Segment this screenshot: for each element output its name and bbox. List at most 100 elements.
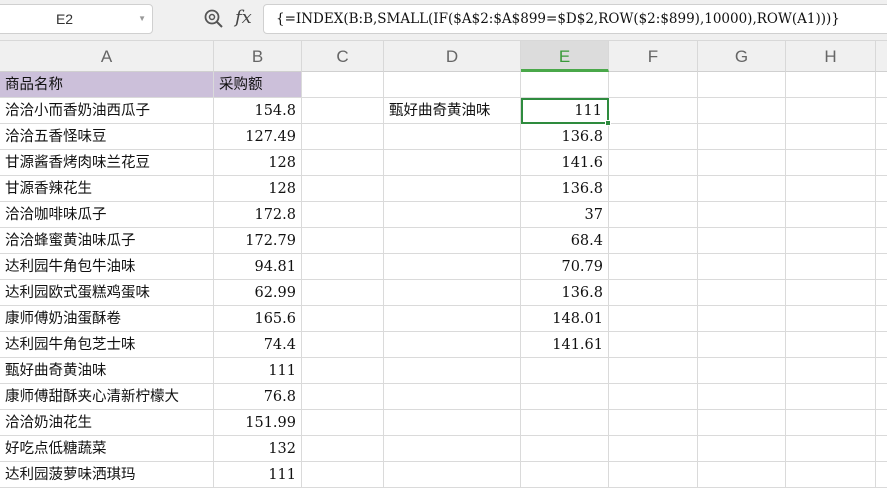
product-name-cell[interactable]: 康师傅奶油蛋酥卷 (0, 306, 214, 332)
cell[interactable] (384, 280, 521, 306)
purchase-amount-cell[interactable]: 74.4 (214, 332, 302, 358)
cell[interactable] (384, 462, 521, 488)
cell[interactable] (521, 462, 609, 488)
column-header-B[interactable]: B (214, 41, 302, 72)
cell[interactable] (302, 436, 384, 462)
cell[interactable] (609, 98, 698, 124)
cell[interactable] (302, 280, 384, 306)
result-cell[interactable]: 148.01 (521, 306, 609, 332)
name-box[interactable]: E2 ▼ (0, 4, 153, 34)
column-header-F[interactable]: F (609, 41, 698, 72)
product-name-cell[interactable]: 洽洽小而香奶油西瓜子 (0, 98, 214, 124)
fx-icon[interactable]: fx (235, 7, 252, 28)
cell[interactable] (302, 176, 384, 202)
cell[interactable] (876, 410, 887, 436)
cell[interactable] (786, 176, 876, 202)
cell[interactable] (876, 462, 887, 488)
cell[interactable] (698, 306, 786, 332)
cell[interactable] (786, 332, 876, 358)
lookup-key-cell[interactable]: 甄好曲奇黄油味 (384, 98, 521, 124)
cell[interactable] (302, 358, 384, 384)
purchase-amount-cell[interactable]: 111 (214, 462, 302, 488)
cell[interactable] (609, 176, 698, 202)
result-cell[interactable]: 136.8 (521, 176, 609, 202)
result-cell[interactable]: 141.61 (521, 332, 609, 358)
column-header-A[interactable]: A (0, 41, 214, 72)
cell[interactable] (876, 228, 887, 254)
cell[interactable] (302, 410, 384, 436)
cell[interactable] (876, 436, 887, 462)
cell[interactable] (876, 280, 887, 306)
cell[interactable] (302, 254, 384, 280)
column-header-G[interactable]: G (698, 41, 786, 72)
cell[interactable] (384, 124, 521, 150)
cell[interactable] (609, 332, 698, 358)
cell[interactable] (786, 228, 876, 254)
cell[interactable] (521, 72, 609, 98)
cell[interactable] (698, 462, 786, 488)
cell[interactable] (698, 202, 786, 228)
cell[interactable] (698, 228, 786, 254)
cell[interactable] (698, 150, 786, 176)
cell[interactable] (786, 384, 876, 410)
cell[interactable] (609, 384, 698, 410)
product-name-cell[interactable]: 好吃点低糖蔬菜 (0, 436, 214, 462)
cell[interactable] (384, 254, 521, 280)
purchase-amount-cell[interactable]: 172.79 (214, 228, 302, 254)
cell[interactable] (609, 228, 698, 254)
cell[interactable] (876, 332, 887, 358)
cell[interactable] (384, 176, 521, 202)
cell[interactable] (302, 462, 384, 488)
result-cell[interactable]: 141.6 (521, 150, 609, 176)
cell[interactable] (876, 384, 887, 410)
product-name-cell[interactable]: 洽洽咖啡味瓜子 (0, 202, 214, 228)
cell[interactable] (786, 150, 876, 176)
cell[interactable] (384, 384, 521, 410)
cell[interactable] (786, 306, 876, 332)
cell[interactable] (698, 358, 786, 384)
product-name-cell[interactable]: 达利园欧式蛋糕鸡蛋味 (0, 280, 214, 306)
purchase-amount-cell[interactable]: 165.6 (214, 306, 302, 332)
cell[interactable] (698, 124, 786, 150)
cell[interactable] (786, 436, 876, 462)
cell[interactable] (609, 280, 698, 306)
result-cell[interactable]: 37 (521, 202, 609, 228)
cell[interactable] (384, 306, 521, 332)
cell[interactable] (384, 150, 521, 176)
result-cell[interactable]: 68.4 (521, 228, 609, 254)
cell[interactable] (876, 72, 887, 98)
cell[interactable] (384, 410, 521, 436)
cell[interactable] (609, 124, 698, 150)
cell[interactable] (302, 306, 384, 332)
purchase-amount-cell[interactable]: 127.49 (214, 124, 302, 150)
cell[interactable] (698, 72, 786, 98)
cell[interactable] (521, 436, 609, 462)
product-name-cell[interactable]: 洽洽蜂蜜黄油味瓜子 (0, 228, 214, 254)
cell[interactable] (302, 228, 384, 254)
cell[interactable] (302, 202, 384, 228)
chevron-down-icon[interactable]: ▼ (138, 5, 146, 33)
cell[interactable] (786, 202, 876, 228)
product-name-cell[interactable]: 洽洽奶油花生 (0, 410, 214, 436)
cell[interactable] (876, 150, 887, 176)
cell[interactable] (698, 332, 786, 358)
cell[interactable] (698, 384, 786, 410)
purchase-amount-cell[interactable]: 128 (214, 150, 302, 176)
cell[interactable] (786, 358, 876, 384)
product-name-cell[interactable]: 洽洽五香怪味豆 (0, 124, 214, 150)
cell[interactable] (609, 410, 698, 436)
cell[interactable] (384, 436, 521, 462)
purchase-amount-cell[interactable]: 94.81 (214, 254, 302, 280)
cell[interactable] (302, 332, 384, 358)
cell[interactable] (302, 98, 384, 124)
cell[interactable] (698, 436, 786, 462)
purchase-amount-cell[interactable]: 151.99 (214, 410, 302, 436)
product-name-cell[interactable]: 达利园牛角包牛油味 (0, 254, 214, 280)
product-name-cell[interactable]: 甘源香辣花生 (0, 176, 214, 202)
cell[interactable] (698, 410, 786, 436)
cell[interactable] (609, 254, 698, 280)
column-header-I[interactable] (876, 41, 887, 72)
purchase-amount-cell[interactable]: 76.8 (214, 384, 302, 410)
cell[interactable] (698, 98, 786, 124)
purchase-amount-cell[interactable]: 172.8 (214, 202, 302, 228)
